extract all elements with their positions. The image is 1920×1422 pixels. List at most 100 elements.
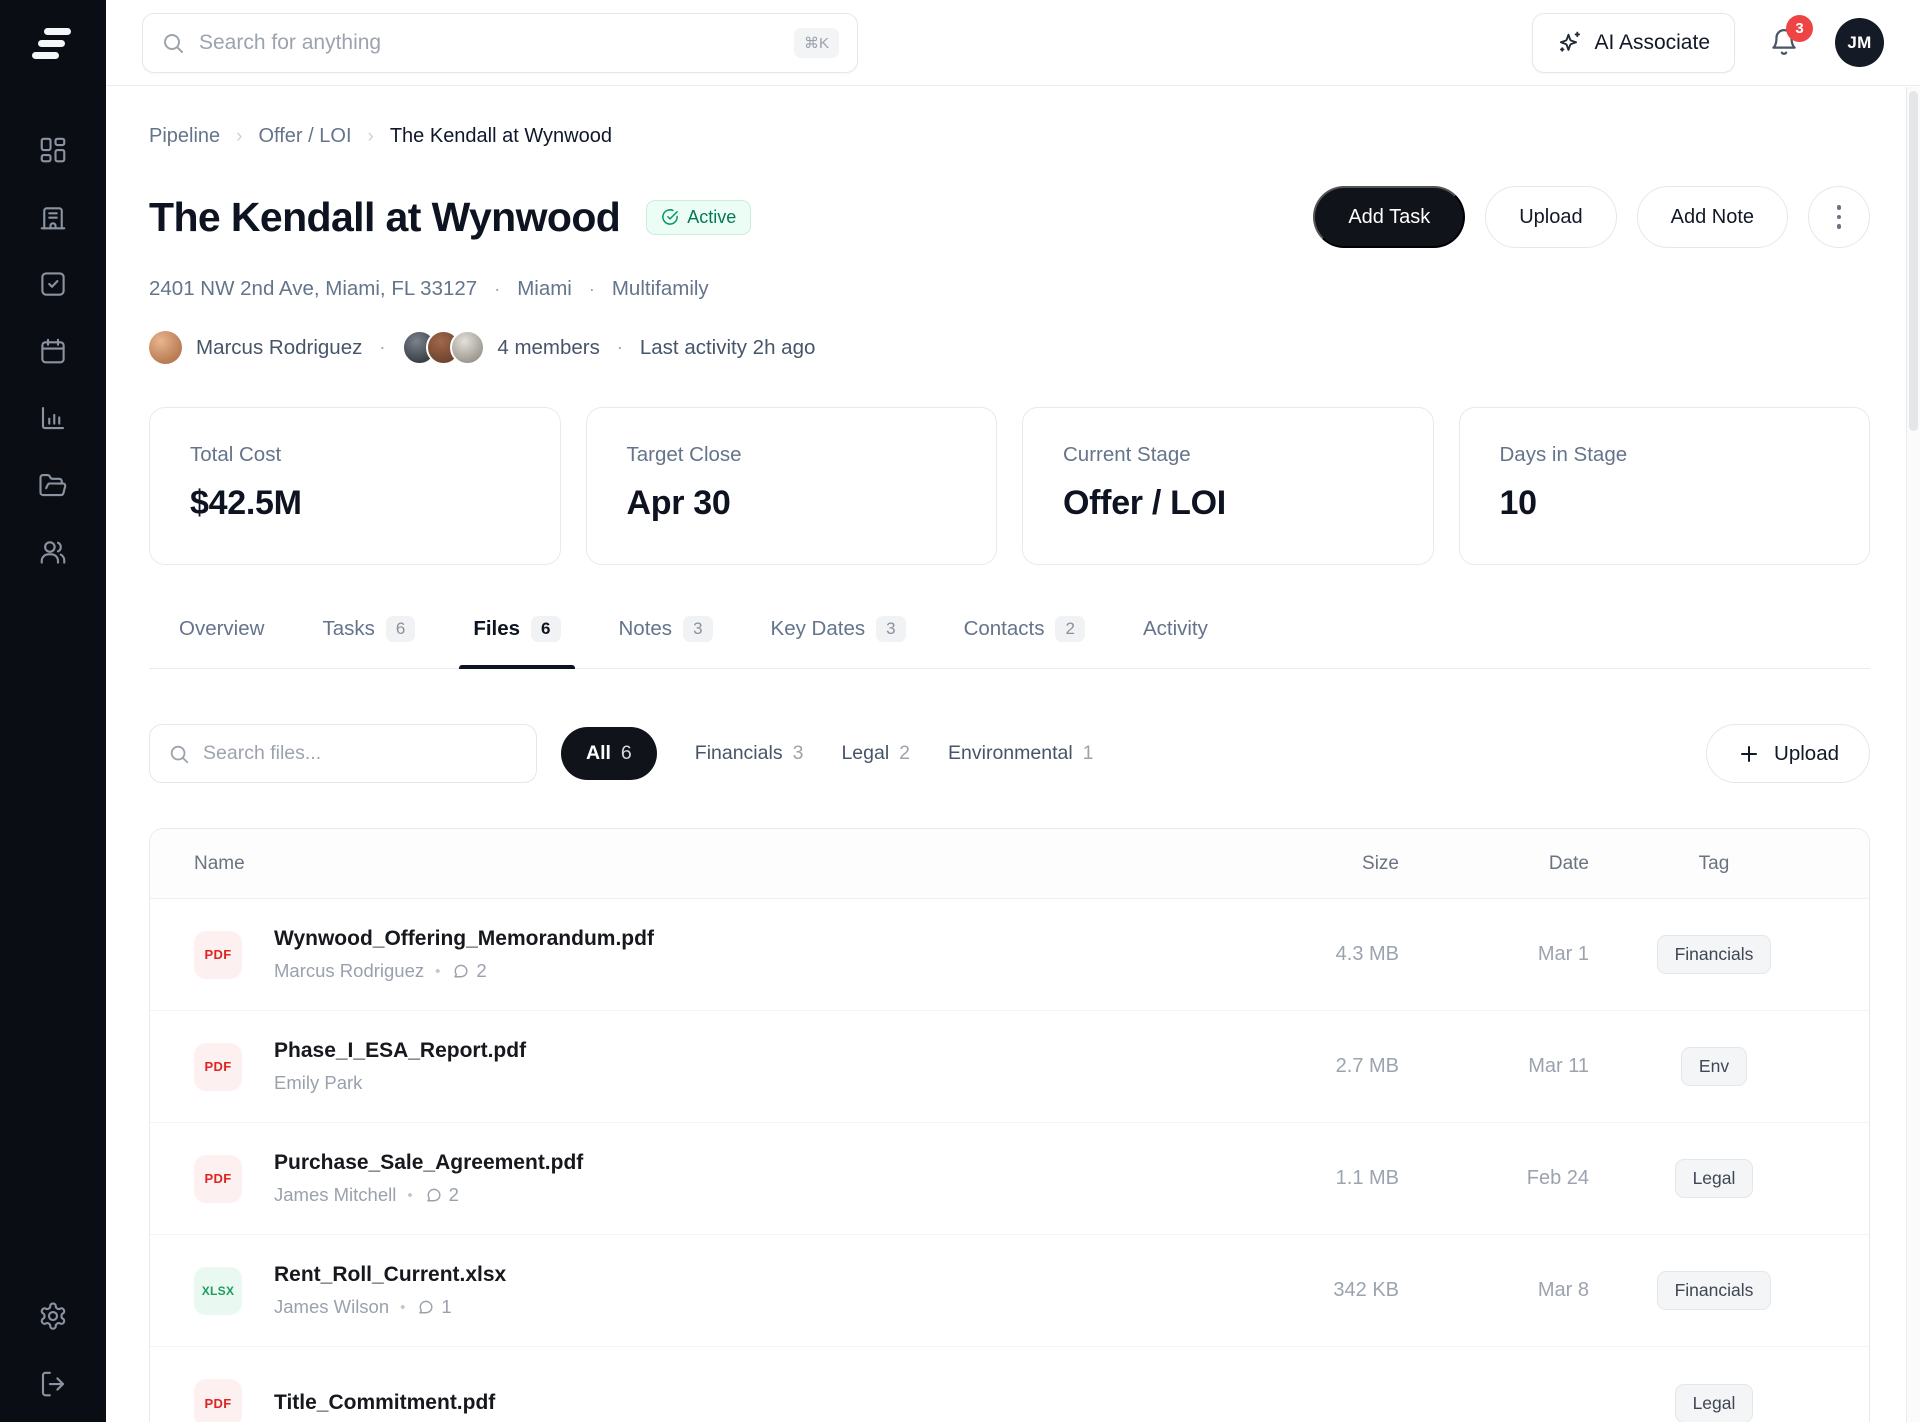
tab-tasks[interactable]: Tasks 6 — [308, 600, 429, 668]
pdf-file-icon: PDF — [194, 1043, 242, 1091]
members-count: 4 members — [497, 336, 600, 360]
comment-count: 1 — [416, 1296, 451, 1318]
title-row: The Kendall at Wynwood Active Add Task U… — [149, 186, 1870, 248]
member-avatars — [402, 330, 485, 365]
filter-environmental[interactable]: Environmental 1 — [948, 742, 1094, 765]
breadcrumb-stage[interactable]: Offer / LOI — [259, 125, 352, 148]
stat-label: Current Stage — [1063, 443, 1393, 467]
file-name: Phase_I_ESA_Report.pdf — [274, 1039, 526, 1063]
address-row: 2401 NW 2nd Ave, Miami, FL 33127 · Miami… — [149, 277, 1870, 301]
tab-count: 6 — [531, 616, 560, 642]
global-search-input[interactable]: Search for anything ⌘K — [142, 13, 858, 73]
table-header: Name Size Date Tag — [150, 829, 1869, 899]
stat-value: 10 — [1500, 484, 1830, 523]
files-toolbar: Search files... All 6 Financials 3 Legal… — [149, 724, 1870, 783]
notifications-button[interactable]: 3 — [1769, 27, 1801, 59]
comment-icon — [451, 962, 470, 981]
table-row[interactable]: XLSX Rent_Roll_Current.xlsx James Wilson… — [150, 1235, 1869, 1347]
more-options-button[interactable] — [1808, 186, 1870, 248]
file-date: Mar 8 — [1419, 1279, 1589, 1302]
file-tag[interactable]: Legal — [1675, 1384, 1754, 1422]
add-task-button[interactable]: Add Task — [1313, 186, 1465, 248]
file-tag[interactable]: Financials — [1657, 935, 1772, 974]
dashboard-icon[interactable] — [38, 135, 68, 165]
sidebar-nav — [38, 135, 68, 567]
file-uploader: James Wilson — [274, 1296, 389, 1318]
stat-card-target-close: Target Close Apr 30 — [586, 407, 998, 565]
upload-button[interactable]: Upload — [1485, 186, 1616, 248]
file-search-placeholder: Search files... — [203, 742, 321, 765]
status-badge: Active — [646, 200, 751, 235]
members-group[interactable]: 4 members — [402, 330, 600, 365]
members-row: Marcus Rodriguez · 4 members · Last acti… — [149, 330, 1870, 365]
file-tag[interactable]: Financials — [1657, 1271, 1772, 1310]
add-note-button[interactable]: Add Note — [1637, 186, 1788, 248]
file-uploader: Emily Park — [274, 1072, 362, 1094]
file-tag[interactable]: Legal — [1675, 1159, 1754, 1198]
stat-card-current-stage: Current Stage Offer / LOI — [1022, 407, 1434, 565]
file-tag[interactable]: Env — [1681, 1047, 1747, 1086]
comment-count: 2 — [451, 960, 486, 982]
tab-notes[interactable]: Notes 3 — [605, 600, 727, 668]
breadcrumb-pipeline[interactable]: Pipeline — [149, 125, 220, 148]
scrollbar[interactable] — [1906, 87, 1920, 1422]
deal-market: Miami — [517, 277, 572, 301]
contacts-icon[interactable] — [38, 537, 68, 567]
xlsx-file-icon: XLSX — [194, 1267, 242, 1315]
file-meta: James Mitchell • 2 — [274, 1184, 583, 1206]
settings-icon[interactable] — [38, 1301, 68, 1331]
stats-grid: Total Cost $42.5M Target Close Apr 30 Cu… — [149, 407, 1870, 565]
stat-value: $42.5M — [190, 484, 520, 523]
filter-all[interactable]: All 6 — [561, 727, 657, 780]
file-size: 1.1 MB — [1229, 1167, 1419, 1190]
owner-avatar — [149, 331, 182, 364]
tab-overview[interactable]: Overview — [165, 600, 278, 668]
topbar: Search for anything ⌘K AI Associate 3 JM — [106, 0, 1920, 86]
file-search-input[interactable]: Search files... — [149, 724, 537, 783]
calendar-icon[interactable] — [38, 336, 68, 366]
table-row[interactable]: PDF Title_Commitment.pdf Legal — [150, 1347, 1869, 1422]
chevron-right-icon: › — [236, 126, 242, 148]
deal-address: 2401 NW 2nd Ave, Miami, FL 33127 — [149, 277, 477, 301]
tab-files[interactable]: Files 6 — [459, 600, 574, 668]
scrollbar-thumb[interactable] — [1909, 91, 1918, 431]
stat-card-total-cost: Total Cost $42.5M — [149, 407, 561, 565]
stat-label: Days in Stage — [1500, 443, 1830, 467]
pdf-file-icon: PDF — [194, 1379, 242, 1422]
buildings-icon[interactable] — [38, 202, 68, 232]
tab-count: 3 — [876, 616, 905, 642]
page-title: The Kendall at Wynwood — [149, 194, 620, 241]
pdf-file-icon: PDF — [194, 1155, 242, 1203]
plus-icon — [1737, 742, 1761, 766]
file-name: Purchase_Sale_Agreement.pdf — [274, 1151, 583, 1175]
column-name: Name — [194, 853, 1229, 875]
table-row[interactable]: PDF Phase_I_ESA_Report.pdf Emily Park • — [150, 1011, 1869, 1123]
tab-count: 2 — [1055, 616, 1084, 642]
deal-owner[interactable]: Marcus Rodriguez — [149, 331, 362, 364]
pdf-file-icon: PDF — [194, 931, 242, 979]
deal-asset-type: Multifamily — [612, 277, 709, 301]
tabs: Overview Tasks 6 Files 6 Notes 3 Key Dat… — [149, 600, 1870, 669]
upload-file-button[interactable]: Upload — [1706, 724, 1870, 783]
filter-legal[interactable]: Legal 2 — [841, 742, 910, 765]
filter-financials[interactable]: Financials 3 — [695, 742, 804, 765]
file-filters: All 6 Financials 3 Legal 2 Environmental… — [561, 727, 1094, 780]
file-uploader: James Mitchell — [274, 1184, 396, 1206]
stat-value: Offer / LOI — [1063, 484, 1393, 523]
column-date: Date — [1419, 853, 1589, 875]
app-logo[interactable] — [31, 22, 75, 66]
column-size: Size — [1229, 853, 1419, 875]
table-row[interactable]: PDF Purchase_Sale_Agreement.pdf James Mi… — [150, 1123, 1869, 1235]
tab-activity[interactable]: Activity — [1129, 600, 1222, 668]
files-icon[interactable] — [38, 470, 68, 500]
user-avatar[interactable]: JM — [1835, 18, 1884, 67]
comment-icon — [424, 1186, 443, 1205]
tab-count: 3 — [683, 616, 712, 642]
ai-associate-button[interactable]: AI Associate — [1532, 13, 1735, 73]
table-row[interactable]: PDF Wynwood_Offering_Memorandum.pdf Marc… — [150, 899, 1869, 1011]
analytics-icon[interactable] — [38, 403, 68, 433]
tab-contacts[interactable]: Contacts 2 — [950, 600, 1099, 668]
tab-key-dates[interactable]: Key Dates 3 — [757, 600, 920, 668]
tasks-icon[interactable] — [38, 269, 68, 299]
logout-icon[interactable] — [38, 1369, 68, 1399]
